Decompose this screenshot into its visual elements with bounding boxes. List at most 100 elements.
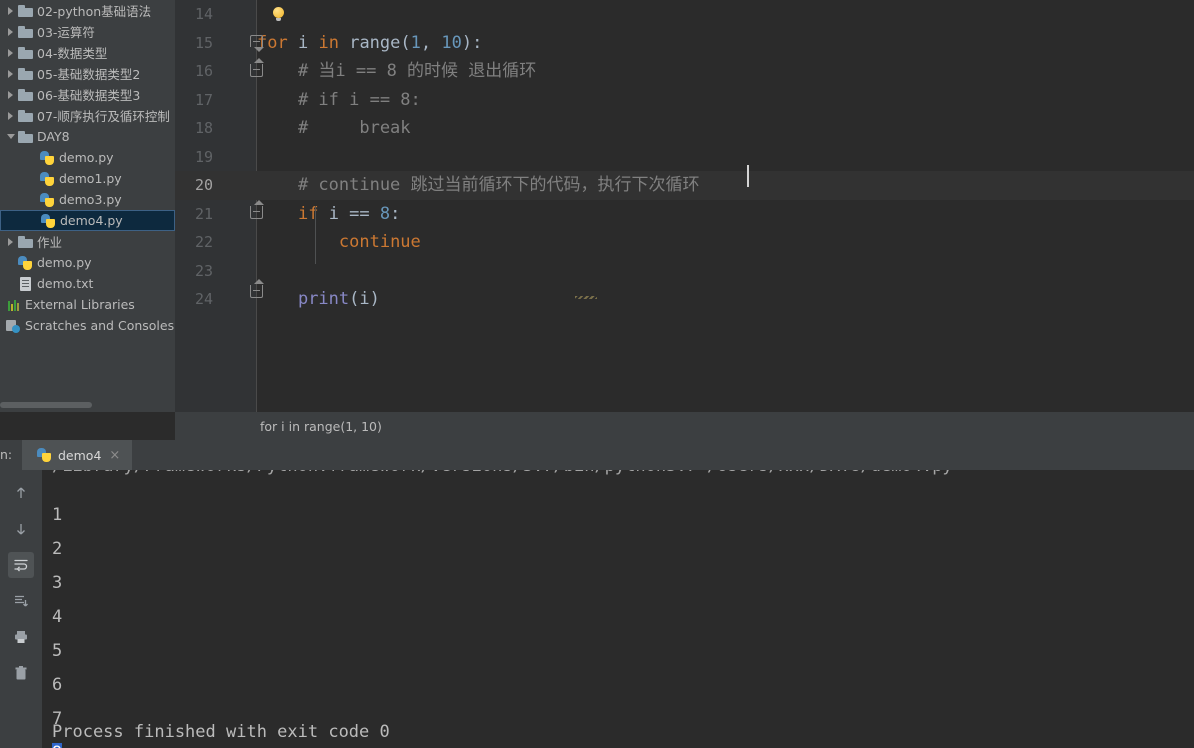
console-output-line-0: 1: [52, 505, 63, 525]
folder-icon: [17, 45, 33, 61]
code-line-21[interactable]: 21 if i == 8:: [175, 200, 1194, 229]
fold-marker-line20[interactable]: [250, 200, 264, 219]
tree-twisty-icon[interactable]: [4, 27, 17, 36]
code-lines[interactable]: 14 15 for i in range(1, 10): 16 # 当i == 8 的…: [175, 0, 1194, 314]
fold-marker-line24[interactable]: [250, 279, 264, 298]
tree-item-5[interactable]: 07-顺序执行及循环控制: [0, 105, 175, 126]
fold-marker-line15[interactable]: [250, 35, 264, 52]
line-number: 19: [194, 147, 213, 166]
fold-marker-line16[interactable]: [250, 58, 264, 77]
soft-wrap-icon[interactable]: [8, 552, 34, 578]
tree-twisty-icon[interactable]: [4, 90, 17, 99]
process-finished-message: Process finished with exit code 0: [52, 722, 390, 742]
code-text: print(i): [297, 289, 380, 309]
console-output-line-4: 5: [52, 641, 63, 661]
folder-icon: [17, 3, 33, 19]
tree-twisty-icon[interactable]: [4, 237, 17, 246]
tree-item-7[interactable]: demo.py: [0, 147, 175, 168]
tree-item-13[interactable]: demo.txt: [0, 273, 175, 294]
code-text: # 当i == 8 的时候 退出循环: [257, 61, 537, 81]
tree-twisty-icon[interactable]: [4, 48, 17, 57]
code-line-18[interactable]: 18 # break: [175, 114, 1194, 143]
line-number: 21: [194, 204, 213, 223]
tree-item-9[interactable]: demo3.py: [0, 189, 175, 210]
code-line-19[interactable]: 19: [175, 143, 1194, 172]
tree-item-label: 作业: [37, 235, 63, 250]
scroll-up-icon[interactable]: [8, 480, 34, 506]
tree-item-15[interactable]: Scratches and Consoles: [0, 315, 175, 336]
tree-twisty-icon[interactable]: [4, 134, 17, 139]
run-window-label: n:: [0, 447, 13, 462]
clear-all-icon[interactable]: [8, 660, 34, 686]
tree-item-label: demo.txt: [37, 276, 94, 291]
console-output-line-1: 2: [52, 539, 63, 559]
tree-item-8[interactable]: demo1.py: [0, 168, 175, 189]
tree-item-0[interactable]: 02-python基础语法: [0, 0, 175, 21]
tree-item-10[interactable]: demo4.py: [0, 210, 175, 231]
scroll-down-icon[interactable]: [8, 516, 34, 542]
intention-bulb-icon[interactable]: [273, 7, 284, 21]
python-file-icon: [39, 150, 55, 166]
tree-item-label: 04-数据类型: [37, 46, 108, 61]
line-number: 18: [194, 119, 213, 137]
console-command-line: /Library/Frameworks/Python.framework/Ver…: [52, 470, 953, 476]
tree-item-label: demo1.py: [59, 171, 122, 186]
tree-twisty-icon[interactable]: [4, 111, 17, 120]
tree-item-11[interactable]: 作业: [0, 231, 175, 252]
tree-item-6[interactable]: DAY8: [0, 126, 175, 147]
code-editor[interactable]: 14 15 for i in range(1, 10): 16 # 当i == 8 的…: [175, 0, 1194, 412]
project-tool-window[interactable]: 02-python基础语法 03-运算符 04-数据类型 05-基础数据类型2 06-基…: [0, 0, 175, 412]
console-output[interactable]: /Library/Frameworks/Python.framework/Ver…: [42, 470, 1194, 748]
tree-item-label: 07-顺序执行及循环控制: [37, 109, 170, 124]
scroll-to-end-icon[interactable]: [8, 588, 34, 614]
line-number: 17: [194, 90, 213, 109]
tree-item-14[interactable]: External Libraries: [0, 294, 175, 315]
folder-icon: [17, 66, 33, 82]
run-tab-bar: n: demo4 ×: [0, 440, 1194, 470]
code-line-14[interactable]: 14: [175, 0, 1194, 29]
tree-item-label: 05-基础数据类型2: [37, 67, 141, 82]
folder-icon: [17, 87, 33, 103]
tree-item-label: demo3.py: [59, 192, 122, 207]
tree-item-label: Scratches and Consoles: [25, 318, 175, 333]
code-line-22[interactable]: 22 continue: [175, 228, 1194, 257]
tree-twisty-icon[interactable]: [4, 6, 17, 15]
line-number: 23: [194, 261, 213, 280]
tree-item-label: 06-基础数据类型3: [37, 88, 141, 103]
line-number: 22: [194, 233, 213, 251]
code-line-17[interactable]: 17 # if i == 8:: [175, 86, 1194, 115]
run-tab-demo4[interactable]: demo4 ×: [22, 440, 132, 470]
line-number: 24: [194, 290, 213, 308]
close-icon[interactable]: ×: [109, 448, 120, 463]
indent-guide: [315, 206, 316, 264]
breadcrumb[interactable]: for i in range(1, 10): [260, 412, 382, 440]
breadcrumb-bar: for i in range(1, 10): [175, 412, 1194, 440]
python-file-icon: [40, 213, 56, 229]
print-icon[interactable]: [8, 624, 34, 650]
code-line-23[interactable]: 23: [175, 257, 1194, 286]
inspection-squiggle: [575, 296, 597, 299]
code-text: # continue 跳过当前循环下的代码，执行下次循环: [257, 175, 700, 195]
code-text: # if i == 8:: [257, 89, 421, 110]
text-caret: [747, 165, 749, 187]
tree-horizontal-scrollbar[interactable]: [0, 402, 92, 408]
code-text: continue: [338, 232, 421, 252]
folder-icon: [17, 24, 33, 40]
code-line-24[interactable]: 24 print(i): [175, 285, 1194, 314]
line-number: 16: [194, 62, 213, 80]
code-line-15[interactable]: 15 for i in range(1, 10):: [175, 29, 1194, 58]
tree-item-3[interactable]: 05-基础数据类型2: [0, 63, 175, 84]
tree-item-2[interactable]: 04-数据类型: [0, 42, 175, 63]
tree-item-4[interactable]: 06-基础数据类型3: [0, 84, 175, 105]
code-text: for i in range(1, 10):: [257, 32, 483, 53]
run-tab-title: demo4: [58, 447, 102, 463]
tree-item-1[interactable]: 03-运算符: [0, 21, 175, 42]
tree-item-12[interactable]: demo.py: [0, 252, 175, 273]
tree-twisty-icon[interactable]: [4, 69, 17, 78]
code-text: if i == 8:: [297, 203, 401, 224]
scratches-icon: [5, 318, 21, 334]
text-file-icon: [17, 276, 33, 292]
code-line-16[interactable]: 16 # 当i == 8 的时候 退出循环: [175, 57, 1194, 86]
code-line-20[interactable]: 20 # continue 跳过当前循环下的代码，执行下次循环: [175, 171, 1194, 200]
tree-item-label: External Libraries: [25, 297, 135, 312]
